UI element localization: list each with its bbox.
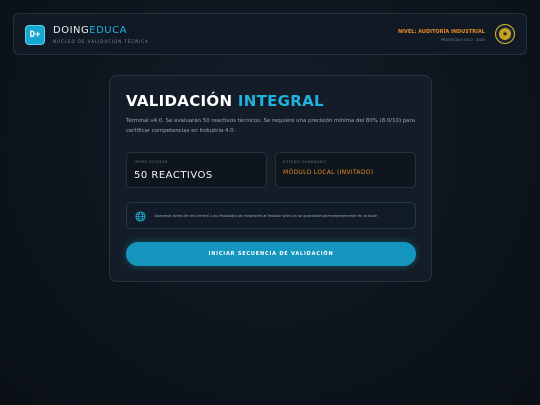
offline-notice-text: Operando fuera de red central. Los resul…	[154, 214, 379, 218]
brand-primary: DOING	[53, 25, 90, 36]
offline-notice: Operando fuera de red central. Los resul…	[126, 202, 416, 229]
medal-icon: ★	[495, 24, 515, 44]
title-primary: VALIDACIÓN	[126, 92, 233, 110]
stat-save-state: ESTADO GUARDADO MÓDULO LOCAL (INVITADO)	[275, 152, 416, 188]
stat-total-items: ITEMS TOTALES 50 REACTIVOS	[126, 152, 267, 188]
stat-value: MÓDULO LOCAL (INVITADO)	[283, 169, 374, 176]
medal-core: ★	[499, 28, 511, 40]
top-navigation-bar: D+ DOINGEDUCA NÚCLEO DE VALIDACIÓN TÉCNI…	[13, 13, 527, 55]
brand-name: DOINGEDUCA	[53, 25, 127, 36]
stat-value: 50 REACTIVOS	[134, 170, 213, 181]
stat-label: ITEMS TOTALES	[134, 160, 168, 164]
title-accent: INTEGRAL	[237, 92, 324, 110]
validation-card: VALIDACIÓN INTEGRAL Terminal v4.0. Se ev…	[109, 75, 432, 282]
start-validation-button[interactable]: INICIAR SECUENCIA DE VALIDACIÓN	[126, 242, 416, 266]
protocol-label: PROTOCOLO V.4.0 · 2024	[441, 38, 485, 42]
page-title: VALIDACIÓN INTEGRAL	[126, 92, 324, 110]
description-text: Terminal v4.0. Se evaluarán 50 reactivos…	[126, 118, 416, 134]
brand-subtitle: NÚCLEO DE VALIDACIÓN TÉCNICA	[53, 39, 149, 44]
brand-accent: EDUCA	[89, 25, 127, 36]
logo-icon[interactable]: D+	[25, 25, 45, 45]
level-label: NIVEL: AUDITORÍA INDUSTRIAL	[397, 29, 485, 35]
stat-label: ESTADO GUARDADO	[283, 160, 327, 164]
globe-icon	[135, 211, 146, 222]
